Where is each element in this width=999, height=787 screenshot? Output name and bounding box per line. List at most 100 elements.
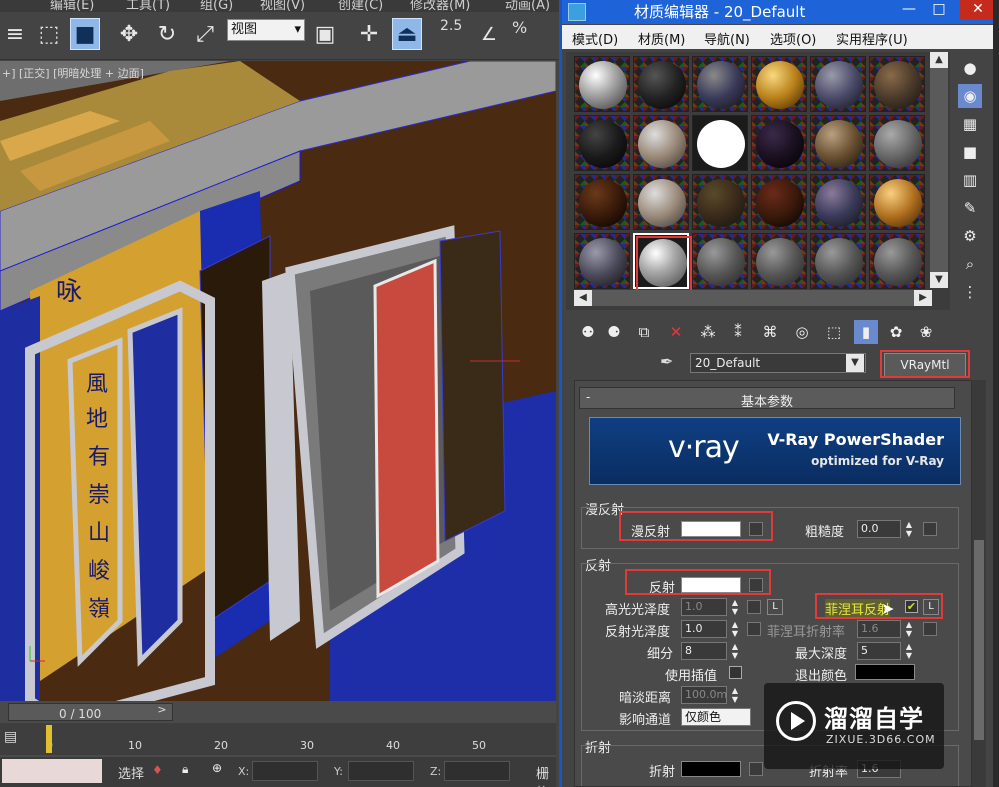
current-frame-marker[interactable] <box>46 725 52 753</box>
fresnel-ior-spinner[interactable]: 1.6 <box>857 620 901 638</box>
spinner-arrows-icon[interactable]: ▲ ▼ <box>729 686 741 704</box>
angle-snap-icon[interactable]: ∠ <box>474 18 504 50</box>
sample-slot[interactable] <box>574 174 630 230</box>
time-next-button[interactable]: > <box>152 703 172 719</box>
menu-modifiers[interactable]: 修改器(M) <box>410 0 470 12</box>
go-to-parent-icon[interactable]: ✿ <box>884 320 908 344</box>
get-material-icon[interactable]: ⚉ <box>576 320 600 344</box>
perspective-viewport[interactable]: +] [正交] [明暗处理 + 边面] 咏 風 地 有 崇 山 峻 嶺 <box>0 61 556 701</box>
scroll-up-icon[interactable]: ▲ <box>930 52 948 68</box>
maximize-button[interactable]: □ <box>924 0 954 20</box>
fresnel-checkbox[interactable]: ✔ <box>905 600 918 613</box>
diffuse-map-button[interactable] <box>749 522 763 536</box>
sample-slot[interactable] <box>574 233 630 289</box>
reflect-color-swatch[interactable] <box>681 577 741 593</box>
menu-modes[interactable]: 模式(D) <box>572 29 618 48</box>
sample-slot[interactable] <box>810 115 866 171</box>
background-checker-icon[interactable]: ▦ <box>958 112 982 136</box>
copy-material-icon[interactable]: ⁂ <box>696 320 720 344</box>
spinner-arrows-icon[interactable]: ▲ ▼ <box>729 598 741 616</box>
sample-slot[interactable] <box>692 115 748 171</box>
hilight-lock-button[interactable]: L <box>767 599 783 615</box>
sample-slot[interactable] <box>633 174 689 230</box>
move-icon[interactable]: ✥ <box>114 18 144 50</box>
select-by-material-icon[interactable]: ⌕ <box>958 252 982 276</box>
eyedropper-icon[interactable]: ✒ <box>660 352 673 371</box>
use-interp-checkbox[interactable] <box>729 666 742 679</box>
sample-type-icon[interactable]: ● <box>958 56 982 80</box>
snap-toggle[interactable]: 2.5 <box>440 18 462 34</box>
refl-gloss-map-button[interactable] <box>747 622 761 636</box>
spinner-arrows-icon[interactable]: ▲ ▼ <box>903 520 915 538</box>
rect-selection-icon[interactable]: ⬚ <box>34 18 64 50</box>
params-scroll-thumb[interactable] <box>974 540 984 740</box>
go-forward-sibling-icon[interactable]: ❀ <box>914 320 938 344</box>
sample-slot[interactable] <box>574 56 630 112</box>
menu-edit[interactable]: 编辑(E) <box>50 0 94 12</box>
spinner-arrows-icon[interactable]: ▲ ▼ <box>903 642 915 660</box>
sample-slot-active[interactable] <box>633 233 689 289</box>
sample-slot[interactable] <box>751 56 807 112</box>
spinner-arrows-icon[interactable]: ▲ ▼ <box>729 620 741 638</box>
reference-coord-select[interactable]: 视图 <box>227 19 305 41</box>
menu-options[interactable]: 选项(O) <box>770 29 816 48</box>
exit-color-swatch[interactable] <box>855 664 915 680</box>
pivot-icon[interactable]: ▣ <box>310 18 340 50</box>
z-coord-field[interactable] <box>444 761 510 781</box>
menu-tools[interactable]: 工具(T) <box>126 0 170 12</box>
make-unique-icon[interactable]: ⁑ <box>726 320 750 344</box>
refract-color-swatch[interactable] <box>681 761 741 777</box>
ruler-icon[interactable]: ▤ <box>4 729 17 745</box>
reflect-map-button[interactable] <box>749 578 763 592</box>
subdivs-spinner[interactable]: 8 <box>681 642 727 660</box>
material-name-field[interactable]: 20_Default <box>690 353 866 373</box>
y-coord-field[interactable] <box>348 761 414 781</box>
put-to-library-icon[interactable]: ⌘ <box>758 320 782 344</box>
assign-to-selection-icon[interactable]: ⧉ <box>632 320 656 344</box>
sample-slot[interactable] <box>692 233 748 289</box>
video-color-check-icon[interactable]: ▥ <box>958 168 982 192</box>
viewport-label[interactable]: +] [正交] [明暗处理 + 边面] <box>2 65 144 81</box>
make-preview-icon[interactable]: ✎ <box>958 196 982 220</box>
sample-slot[interactable] <box>692 174 748 230</box>
sample-slot[interactable] <box>692 56 748 112</box>
show-end-result-icon[interactable]: ▮ <box>854 320 878 344</box>
sample-slot[interactable] <box>633 115 689 171</box>
refract-map-button[interactable] <box>749 762 763 776</box>
roughness-map-button[interactable] <box>923 522 937 536</box>
close-button[interactable]: ✕ <box>960 0 996 20</box>
scroll-right-icon[interactable]: ▶ <box>914 290 932 306</box>
material-map-navigator-icon[interactable]: ⋮ <box>958 280 982 304</box>
params-scrollbar[interactable] <box>972 380 986 787</box>
basic-params-rollout-header[interactable]: - 基本参数 <box>579 387 955 410</box>
put-to-scene-icon[interactable]: ⚈ <box>602 320 626 344</box>
sample-slot[interactable] <box>869 174 925 230</box>
max-depth-spinner[interactable]: 5 <box>857 642 901 660</box>
pin-icon[interactable]: ♦ <box>152 763 163 777</box>
sample-slot[interactable] <box>751 115 807 171</box>
rotate-icon[interactable]: ↻ <box>152 18 182 50</box>
menu-create[interactable]: 创建(C) <box>338 0 383 12</box>
hilight-gloss-map-button[interactable] <box>747 600 761 614</box>
sample-slot[interactable] <box>869 56 925 112</box>
sample-slot[interactable] <box>810 56 866 112</box>
sample-slot[interactable] <box>810 233 866 289</box>
scroll-down-icon[interactable]: ▼ <box>930 272 948 288</box>
x-coord-field[interactable] <box>252 761 318 781</box>
show-map-icon[interactable]: ⬚ <box>822 320 846 344</box>
hilight-gloss-spinner[interactable]: 1.0 <box>681 598 727 616</box>
lock-icon[interactable]: 🔒︎ <box>182 762 188 777</box>
roughness-spinner[interactable]: 0.0 <box>857 520 901 538</box>
fresnel-ior-map-button[interactable] <box>923 622 937 636</box>
percent-snap-icon[interactable]: % <box>512 18 527 37</box>
material-id-icon[interactable]: ◎ <box>790 320 814 344</box>
slots-horizontal-scrollbar[interactable]: ◀ ▶ <box>574 290 932 306</box>
minimize-button[interactable]: — <box>894 0 924 20</box>
dim-dist-spinner[interactable]: 100.0m <box>681 686 727 704</box>
sample-slot[interactable] <box>751 174 807 230</box>
menu-animation[interactable]: 动画(A) <box>505 0 550 12</box>
sample-slot[interactable] <box>810 174 866 230</box>
refl-gloss-spinner[interactable]: 1.0 <box>681 620 727 638</box>
menu-utilities[interactable]: 实用程序(U) <box>836 29 908 48</box>
transform-type-icon[interactable]: ⊕ <box>212 761 222 775</box>
